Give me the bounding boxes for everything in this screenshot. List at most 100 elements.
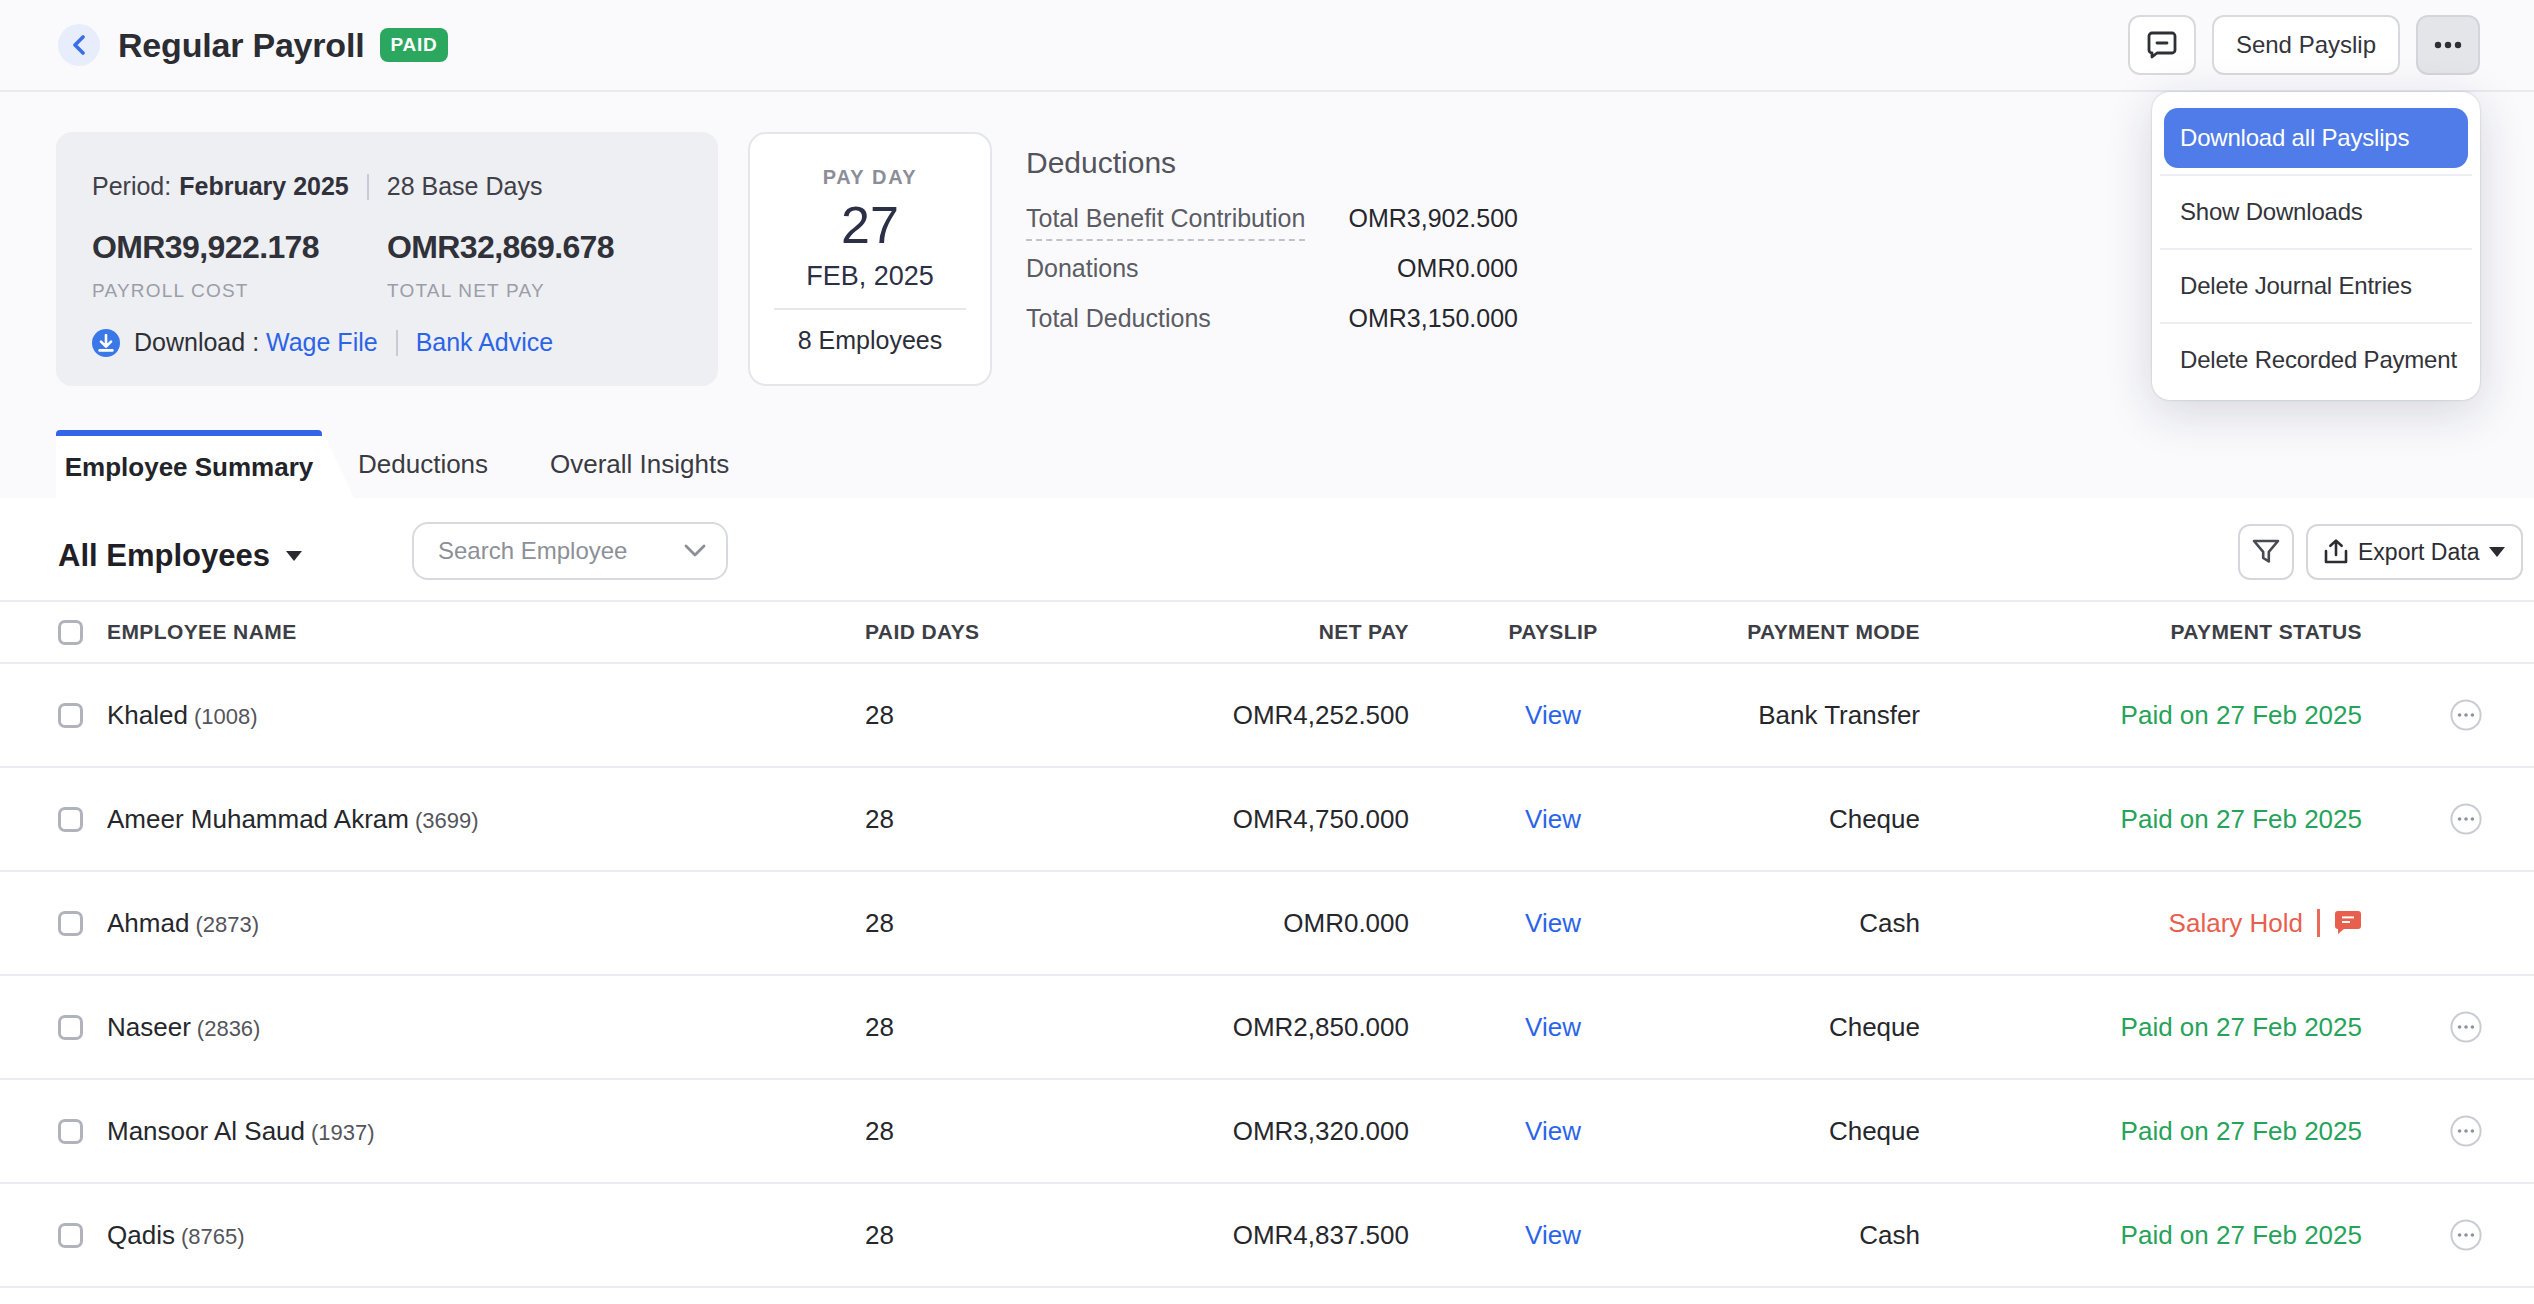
view-payslip-link[interactable]: View — [1525, 1012, 1581, 1042]
period-label: Period: — [92, 172, 171, 201]
more-actions-menu: Download all Payslips Show Downloads Del… — [2152, 92, 2480, 400]
total-benefit-contribution-label[interactable]: Total Benefit Contribution — [1026, 204, 1305, 241]
divider — [367, 174, 369, 200]
status-badge: PAID — [380, 28, 447, 62]
hold-comment-icon[interactable] — [2334, 910, 2362, 936]
payment-mode: Cheque — [1697, 1012, 1920, 1043]
search-employee-input[interactable]: Search Employee — [412, 522, 728, 580]
comments-button[interactable] — [2128, 15, 2196, 75]
row-checkbox[interactable] — [58, 703, 83, 728]
employee-id: (1008) — [194, 704, 258, 729]
row-checkbox[interactable] — [58, 911, 83, 936]
paid-days: 28 — [865, 1116, 1065, 1147]
employee-filter-dropdown[interactable]: All Employees — [58, 538, 302, 574]
download-icon — [92, 329, 120, 357]
paid-days: 28 — [865, 700, 1065, 731]
table-header-row: EMPLOYEE NAME PAID DAYS NET PAY PAYSLIP … — [0, 602, 2534, 664]
employee-row: Ahmad(2873) 28 OMR0.000 View Cash Salary… — [0, 872, 2534, 976]
base-days: 28 Base Days — [387, 172, 543, 201]
menu-item-show-downloads[interactable]: Show Downloads — [2164, 176, 2468, 248]
row-more-icon[interactable] — [2450, 699, 2482, 731]
row-checkbox[interactable] — [58, 1015, 83, 1040]
bank-advice-link[interactable]: Bank Advice — [416, 328, 554, 357]
row-checkbox[interactable] — [58, 1119, 83, 1144]
payment-status: Paid on 27 Feb 2025 — [1920, 1012, 2362, 1043]
page-header: Regular Payroll PAID Send Payslip — [0, 0, 2534, 92]
view-payslip-link[interactable]: View — [1525, 804, 1581, 834]
total-net-pay-label: TOTAL NET PAY — [387, 280, 682, 302]
row-more-icon[interactable] — [2450, 1115, 2482, 1147]
employee-name: Ahmad — [107, 908, 189, 938]
tab-overall-insights[interactable]: Overall Insights — [550, 430, 729, 498]
column-payment-status: PAYMENT STATUS — [1920, 620, 2362, 644]
paid-days: 28 — [865, 804, 1065, 835]
payment-mode: Cheque — [1697, 1116, 1920, 1147]
total-deductions-value: OMR3,150.000 — [1348, 304, 1518, 333]
deductions-title: Deductions — [1026, 146, 1518, 180]
employee-id: (2836) — [197, 1016, 261, 1041]
tab-employee-summary[interactable]: Employee Summary — [56, 430, 354, 498]
payment-status: Salary Hold — [1920, 908, 2362, 939]
employee-id: (8765) — [181, 1224, 245, 1249]
export-data-button[interactable]: Export Data — [2306, 524, 2523, 580]
filter-button[interactable] — [2238, 524, 2294, 580]
view-payslip-link[interactable]: View — [1525, 1116, 1581, 1146]
download-label: Download : — [134, 328, 259, 357]
menu-item-delete-journal-entries[interactable]: Delete Journal Entries — [2164, 250, 2468, 322]
employee-name: Qadis — [107, 1220, 175, 1250]
row-more-icon[interactable] — [2450, 1219, 2482, 1251]
menu-item-delete-recorded-payment[interactable]: Delete Recorded Payment — [2164, 324, 2468, 396]
deductions-panel: Deductions Total Benefit Contribution OM… — [1026, 146, 1518, 330]
payment-status: Paid on 27 Feb 2025 — [1920, 1116, 2362, 1147]
payment-status: Paid on 27 Feb 2025 — [1920, 700, 2362, 731]
period-row: Period: February 2025 28 Base Days — [92, 172, 682, 201]
salary-hold-label: Salary Hold — [2169, 908, 2303, 939]
back-button[interactable] — [58, 24, 100, 66]
tab-label: Employee Summary — [56, 436, 322, 498]
select-all-checkbox[interactable] — [58, 620, 83, 645]
search-placeholder: Search Employee — [438, 537, 684, 565]
funnel-icon — [2252, 539, 2280, 565]
page-title: Regular Payroll — [118, 26, 364, 65]
employee-row: Qadis(8765) 28 OMR4,837.500 View Cash Pa… — [0, 1184, 2534, 1288]
employee-name: Khaled — [107, 700, 188, 730]
net-pay: OMR0.000 — [1065, 908, 1409, 939]
ellipsis-icon — [2434, 41, 2462, 49]
row-checkbox[interactable] — [58, 807, 83, 832]
donations-label: Donations — [1026, 254, 1139, 283]
view-payslip-link[interactable]: View — [1525, 908, 1581, 938]
employee-name: Naseer — [107, 1012, 191, 1042]
view-payslip-link[interactable]: View — [1525, 1220, 1581, 1250]
employees-count: 8 Employees — [750, 326, 990, 355]
net-pay: OMR3,320.000 — [1065, 1116, 1409, 1147]
net-pay: OMR2,850.000 — [1065, 1012, 1409, 1043]
menu-item-download-all-payslips[interactable]: Download all Payslips — [2164, 108, 2468, 168]
total-deductions-label: Total Deductions — [1026, 304, 1211, 333]
column-payslip: PAYSLIP — [1409, 620, 1697, 644]
employee-name: Ameer Muhammad Akram — [107, 804, 409, 834]
employee-id: (2873) — [195, 912, 259, 937]
divider — [396, 330, 398, 356]
row-checkbox[interactable] — [58, 1223, 83, 1248]
send-payslip-button[interactable]: Send Payslip — [2212, 15, 2400, 75]
caret-down-icon — [2489, 547, 2505, 557]
more-actions-button[interactable] — [2416, 15, 2480, 75]
row-more-icon[interactable] — [2450, 803, 2482, 835]
employee-filter-label: All Employees — [58, 538, 270, 574]
employee-row: Khaled(1008) 28 OMR4,252.500 View Bank T… — [0, 664, 2534, 768]
net-pay: OMR4,750.000 — [1065, 804, 1409, 835]
deduction-row: Total Benefit Contribution OMR3,902.500 — [1026, 204, 1518, 230]
pay-day-label: PAY DAY — [750, 166, 990, 189]
column-paid-days: PAID DAYS — [865, 620, 1065, 644]
employee-id: (1937) — [311, 1120, 375, 1145]
tab-deductions[interactable]: Deductions — [358, 430, 488, 498]
chat-icon — [2147, 31, 2177, 59]
pay-day-number: 27 — [750, 195, 990, 255]
deduction-row: Total Deductions OMR3,150.000 — [1026, 304, 1518, 330]
row-more-icon[interactable] — [2450, 1011, 2482, 1043]
payroll-cost-value: OMR39,922.178 — [92, 229, 387, 266]
view-payslip-link[interactable]: View — [1525, 700, 1581, 730]
column-payment-mode: PAYMENT MODE — [1697, 620, 1920, 644]
caret-down-icon — [286, 551, 302, 561]
wage-file-link[interactable]: Wage File — [266, 328, 378, 357]
